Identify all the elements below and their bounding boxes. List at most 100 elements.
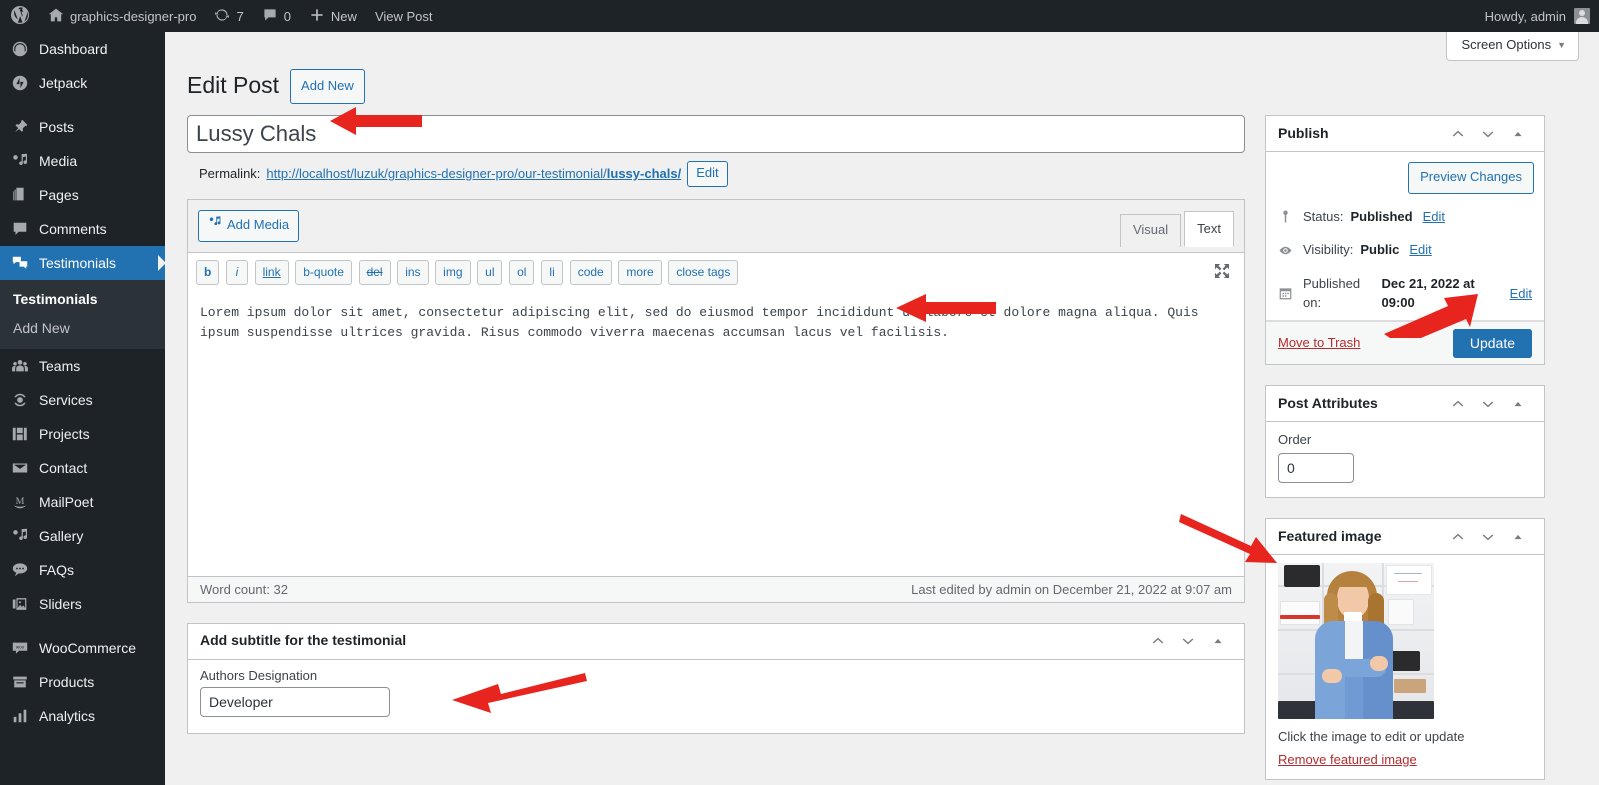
status-label: Status:	[1303, 208, 1344, 224]
sidebar-item-contact[interactable]: Contact	[0, 451, 165, 485]
sidebar-item-label: Products	[39, 673, 95, 690]
sidebar-item-pages[interactable]: Pages	[0, 178, 165, 212]
preview-changes-button[interactable]: Preview Changes	[1408, 162, 1534, 194]
quicktag-ol[interactable]: ol	[509, 259, 535, 285]
projects-icon	[11, 425, 37, 443]
calendar-icon	[1278, 286, 1296, 301]
sidebar-item-mailpoet[interactable]: M MailPoet	[0, 485, 165, 519]
quicktag-close-tags[interactable]: close tags	[668, 259, 739, 285]
quicktag-img[interactable]: img	[435, 259, 471, 285]
editor-mode-tabs: Visual Text	[1117, 210, 1234, 247]
toggle-panel-icon[interactable]	[1204, 625, 1232, 657]
new-content-menu[interactable]: New	[300, 0, 366, 32]
pages-icon	[11, 186, 37, 204]
edit-post-wrap: Edit Post Add New Permalink: http://loca…	[187, 66, 1577, 785]
sidebar-item-woocommerce[interactable]: woo WooCommerce	[0, 631, 165, 665]
quicktag-b-quote[interactable]: b-quote	[295, 259, 352, 285]
post-date-row: Published on: Dec 21, 2022 at 09:00 Edit	[1266, 267, 1544, 320]
move-down-icon[interactable]	[1174, 625, 1202, 657]
toggle-panel-icon[interactable]	[1504, 118, 1532, 150]
sidebar-item-comments[interactable]: Comments	[0, 212, 165, 246]
sidebar-item-label: Projects	[39, 425, 90, 442]
move-up-icon[interactable]	[1444, 388, 1472, 420]
quicktag-link[interactable]: link	[254, 259, 289, 285]
sidebar-item-services[interactable]: Services	[0, 383, 165, 417]
sidebar-item-teams[interactable]: Teams	[0, 349, 165, 383]
move-down-icon[interactable]	[1474, 118, 1502, 150]
sidebar-item-jetpack[interactable]: Jetpack	[0, 66, 165, 100]
submenu-item-add-new[interactable]: Add New	[0, 314, 165, 343]
chevron-down-icon: ▼	[1557, 39, 1566, 50]
sidebar-item-analytics[interactable]: Analytics	[0, 699, 165, 733]
site-name-menu[interactable]: graphics-designer-pro	[39, 0, 205, 32]
edit-status-link[interactable]: Edit	[1423, 207, 1445, 227]
pin-status-icon	[1278, 209, 1296, 224]
sidebar-item-testimonials[interactable]: Testimonials	[0, 246, 165, 280]
sidebar-item-media[interactable]: Media	[0, 144, 165, 178]
published-on-value: Dec 21, 2022 at 09:00	[1381, 275, 1475, 311]
add-new-button[interactable]: Add New	[290, 68, 365, 104]
my-account-menu[interactable]: Howdy, admin	[1476, 0, 1599, 32]
sidebar-item-products[interactable]: Products	[0, 665, 165, 699]
sidebar-item-faqs[interactable]: FAQs	[0, 553, 165, 587]
remove-featured-image-link[interactable]: Remove featured image	[1278, 752, 1532, 767]
plus-icon	[309, 7, 325, 25]
move-up-icon[interactable]	[1444, 118, 1472, 150]
menu-order-input[interactable]	[1278, 453, 1354, 484]
sidebar-item-gallery[interactable]: Gallery	[0, 519, 165, 553]
menu-separator	[0, 621, 165, 631]
quicktag-ins[interactable]: ins	[397, 259, 429, 285]
move-up-icon[interactable]	[1144, 625, 1172, 657]
dashboard-icon	[11, 40, 37, 58]
teams-icon	[11, 357, 37, 375]
sidebar-item-projects[interactable]: Projects	[0, 417, 165, 451]
permalink-link[interactable]: http://localhost/luzuk/graphics-designer…	[266, 162, 681, 186]
edit-permalink-button[interactable]: Edit	[687, 161, 728, 187]
sidebar-item-dashboard[interactable]: Dashboard	[0, 32, 165, 66]
quicktag-del[interactable]: del	[358, 259, 391, 285]
comments-menu[interactable]: 0	[253, 0, 300, 32]
tab-visual[interactable]: Visual	[1119, 213, 1182, 247]
fullscreen-icon[interactable]	[1212, 261, 1234, 283]
move-down-icon[interactable]	[1474, 388, 1502, 420]
sidebar-item-sliders[interactable]: Sliders	[0, 587, 165, 621]
admin-sidebar-menu: Dashboard Jetpack Posts Media Pages Comm…	[0, 32, 165, 785]
sidebar-item-posts[interactable]: Posts	[0, 110, 165, 144]
quicktags-toolbar: b i link b-quote del ins img ul ol li co…	[188, 252, 1244, 291]
quicktag-b[interactable]: b	[196, 259, 220, 285]
add-media-button[interactable]: Add Media	[198, 209, 300, 242]
post-attributes-header: Post Attributes	[1266, 386, 1544, 423]
quicktag-more[interactable]: more	[618, 259, 662, 285]
minor-publishing: Preview Changes Status: Published Edit V…	[1266, 152, 1544, 321]
featured-image-thumbnail[interactable]	[1278, 563, 1434, 720]
post-title-input[interactable]	[187, 115, 1245, 153]
post-status-info: Word count: 32 Last edited by admin on D…	[188, 575, 1244, 602]
updates-menu[interactable]: 7	[205, 0, 252, 32]
quicktag-ul[interactable]: ul	[477, 259, 503, 285]
view-post-link[interactable]: View Post	[366, 0, 442, 32]
submenu-item-testimonials[interactable]: Testimonials	[0, 285, 165, 314]
post-content-textarea[interactable]	[188, 290, 1244, 576]
move-to-trash-link[interactable]: Move to Trash	[1278, 335, 1360, 350]
permalink-label: Permalink:	[199, 165, 261, 181]
authors-designation-input[interactable]	[200, 686, 390, 717]
featured-image-handle-actions	[1444, 521, 1532, 553]
post-status-row: Status: Published Edit	[1266, 200, 1544, 234]
howdy-label: Howdy, admin	[1484, 8, 1566, 24]
edit-visibility-link[interactable]: Edit	[1409, 240, 1431, 260]
move-up-icon[interactable]	[1444, 521, 1472, 553]
quicktag-i[interactable]: i	[225, 259, 248, 285]
toggle-panel-icon[interactable]	[1504, 388, 1532, 420]
quicktag-li[interactable]: li	[541, 259, 564, 285]
sidebar-item-label: Posts	[39, 119, 75, 135]
quicktag-code[interactable]: code	[569, 259, 612, 285]
tab-text[interactable]: Text	[1184, 210, 1234, 247]
move-down-icon[interactable]	[1474, 521, 1502, 553]
update-button[interactable]: Update	[1452, 328, 1532, 358]
services-icon	[11, 391, 37, 409]
screen-options-button[interactable]: Screen Options ▼	[1446, 32, 1579, 61]
minor-publishing-actions: Preview Changes	[1266, 152, 1544, 194]
edit-date-link[interactable]: Edit	[1510, 284, 1532, 304]
toggle-panel-icon[interactable]	[1504, 521, 1532, 553]
wordpress-logo-menu[interactable]	[0, 0, 39, 32]
